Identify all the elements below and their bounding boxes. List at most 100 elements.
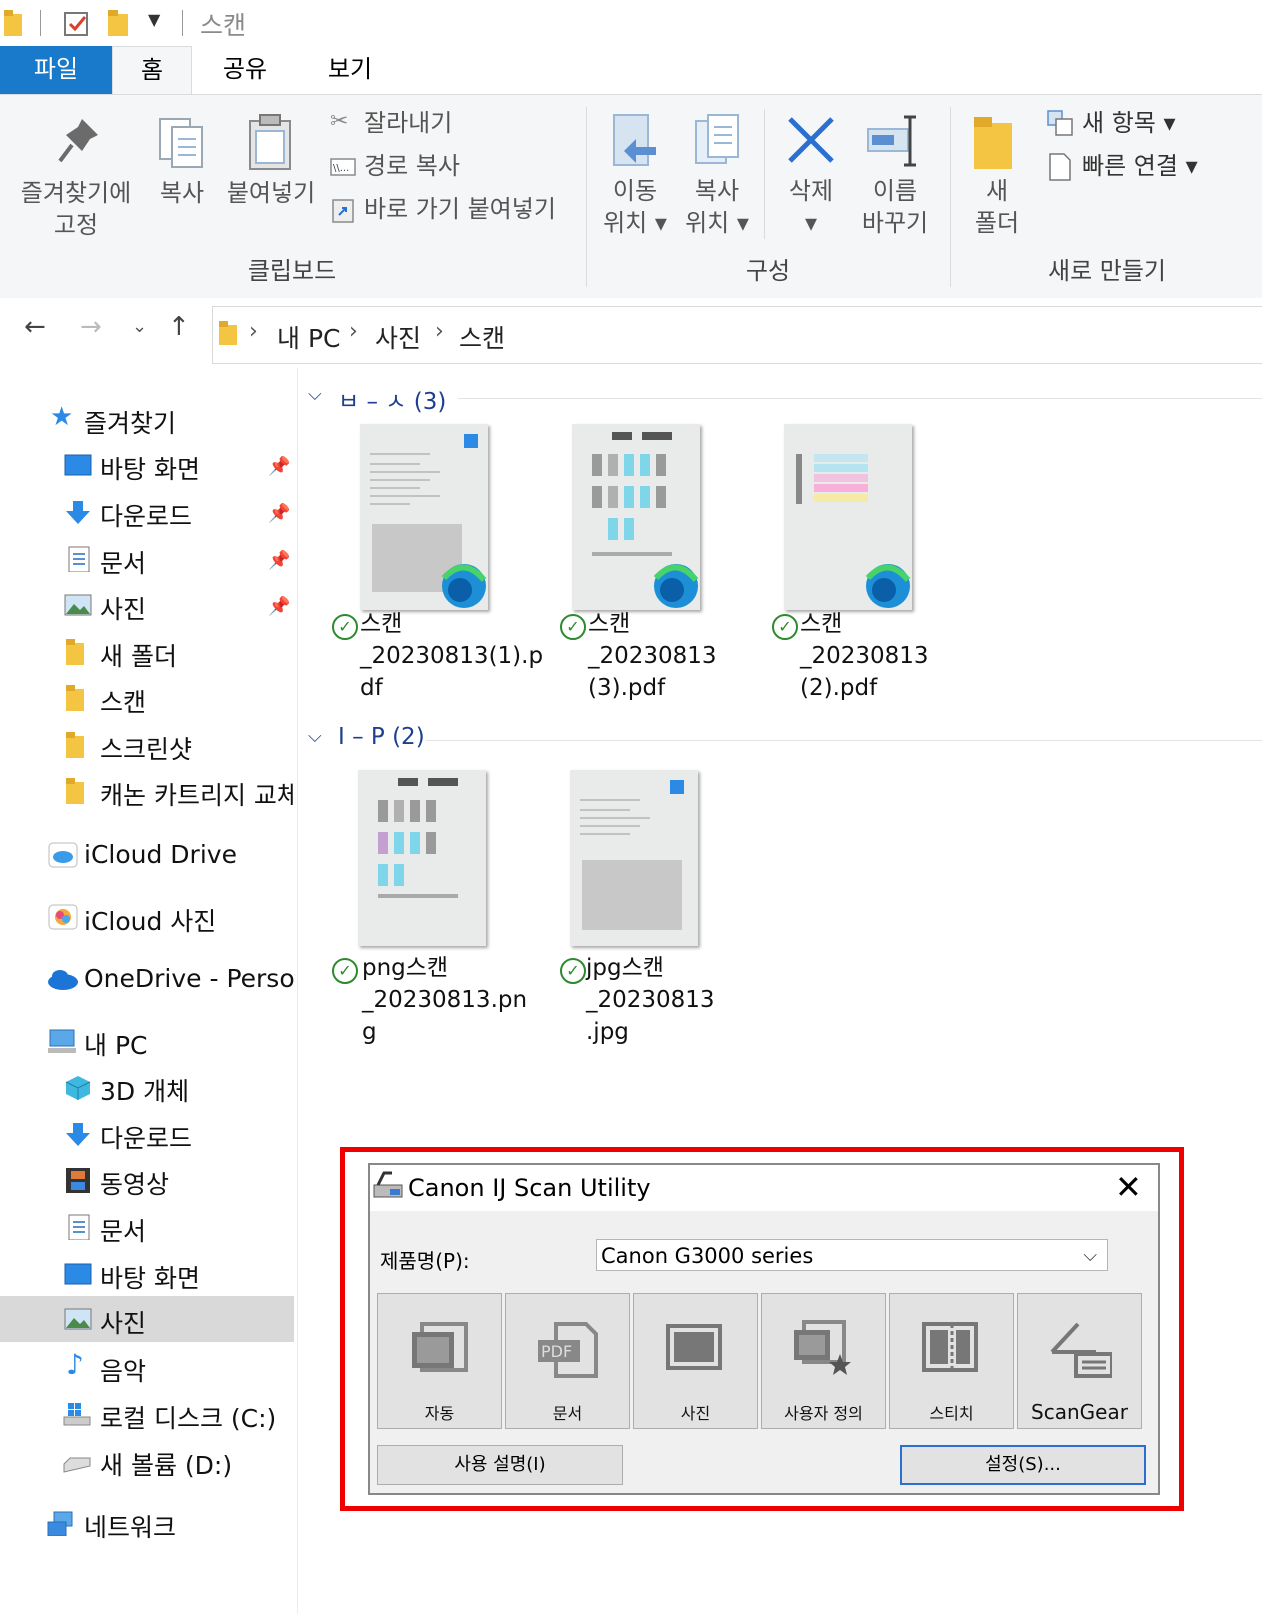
file-item[interactable]: ✓ 스캔 _20230813(1).p df <box>332 424 546 714</box>
manual-button[interactable]: 사용 설명(I) <box>377 1445 623 1485</box>
nav-icloud-photos[interactable]: iCloud 사진 <box>0 896 294 940</box>
title-bar: ▼ 스캔 <box>0 0 1262 46</box>
product-select-value: Canon G3000 series <box>601 1244 814 1268</box>
stitch-scan-button[interactable]: 스티치 <box>889 1293 1014 1429</box>
tab-view[interactable]: 보기 <box>305 46 395 94</box>
new-folder-button[interactable]: 새 폴더 <box>962 109 1032 249</box>
move-to-label: 이동 위치 ▾ <box>603 177 667 237</box>
download-arrow-icon <box>66 501 90 524</box>
close-icon[interactable]: ✕ <box>1115 1169 1142 1205</box>
product-select[interactable]: Canon G3000 series ⌵ <box>596 1239 1108 1271</box>
nav-item-new-folder[interactable]: 새 폴더 <box>0 631 294 675</box>
back-arrow-icon[interactable]: ← <box>24 312 46 342</box>
nav-pc-desktop[interactable]: 바탕 화면 <box>0 1253 294 1297</box>
customize-chevron-icon[interactable]: ▼ <box>148 10 160 29</box>
auto-scan-button[interactable]: 자동 <box>377 1293 502 1429</box>
file-item[interactable]: ✓ png스캔 _20230813.pn g <box>332 770 546 1060</box>
rename-button[interactable]: 이름 바꾸기 <box>852 109 938 249</box>
pictures-icon <box>64 594 92 616</box>
settings-button[interactable]: 설정(S)... <box>900 1445 1146 1485</box>
computer-icon <box>48 1029 76 1053</box>
cut-button[interactable]: ✂ 잘라내기 <box>330 107 580 141</box>
nav-pc-local-disk-c[interactable]: 로컬 디스크 (C:) <box>0 1393 294 1437</box>
group-organize-label: 구성 <box>745 257 791 285</box>
nav-item-downloads[interactable]: 다운로드 📌 <box>0 491 294 535</box>
paste-shortcut-button[interactable]: 바로 가기 붙여넣기 <box>330 193 580 227</box>
move-to-button[interactable]: 이동 위치 ▾ <box>596 109 672 249</box>
dialog-title-bar: Canon IJ Scan Utility ✕ <box>370 1165 1158 1211</box>
up-arrow-icon[interactable]: ↑ <box>168 312 190 342</box>
properties-check-icon[interactable] <box>64 10 90 36</box>
breadcrumb-scan[interactable]: 스캔 <box>459 319 505 355</box>
copy-to-label: 복사 위치 ▾ <box>685 177 749 237</box>
folder-icon[interactable] <box>4 10 22 36</box>
nav-item-canon-cartridge[interactable]: 캐논 카트리지 교체 <box>0 770 294 814</box>
photo-scan-button[interactable]: 사진 <box>633 1293 758 1429</box>
file-name: jpg스캔 _20230813 .jpg <box>586 955 715 1045</box>
document-preview-icon <box>580 780 684 930</box>
new-folder-quick-icon[interactable] <box>108 10 128 36</box>
paste-button[interactable]: 붙여넣기 <box>222 111 320 221</box>
pin-label: 즐겨찾기에 고정 <box>20 179 132 239</box>
nav-pc-videos[interactable]: 동영상 <box>0 1159 294 1203</box>
breadcrumb-this-pc[interactable]: 내 PC <box>277 319 340 355</box>
new-folder-label: 새 폴더 <box>974 177 1020 237</box>
nav-network[interactable]: 네트워크 <box>0 1502 294 1546</box>
color-test-preview-icon <box>796 454 911 608</box>
group-collapse-chevron-icon[interactable]: ⌵ <box>308 384 322 405</box>
new-item-button[interactable]: 새 항목 ▾ <box>1046 107 1246 141</box>
copy-button[interactable]: 복사 <box>150 111 214 221</box>
document-scan-button[interactable]: PDF 문서 <box>505 1293 630 1429</box>
delete-button[interactable]: 삭제 ▾ <box>776 109 846 249</box>
stitch-icon <box>922 1322 978 1372</box>
nav-onedrive[interactable]: OneDrive - Personal <box>0 958 294 1002</box>
scanner-app-icon <box>373 1171 403 1198</box>
nav-pc-3d-objects[interactable]: 3D 개체 <box>0 1066 294 1110</box>
ribbon-home: 즐겨찾기에 고정 복사 붙여넣기 ✂ 잘라내기 \\... 경로 복사 바로 가… <box>0 94 1262 300</box>
custom-star-icon <box>794 1320 851 1375</box>
new-folder-icon <box>974 117 1012 169</box>
nav-item-pictures[interactable]: 사진 📌 <box>0 584 294 628</box>
nav-item-documents[interactable]: 문서 📌 <box>0 538 294 582</box>
copy-to-button[interactable]: 복사 위치 ▾ <box>678 109 756 249</box>
tab-home[interactable]: 홈 <box>112 46 192 95</box>
nav-pc-pictures-selected[interactable]: 사진 <box>0 1296 294 1342</box>
scangear-button[interactable]: ScanGear <box>1017 1293 1142 1429</box>
move-to-icon <box>613 114 656 166</box>
nav-item-desktop[interactable]: 바탕 화면 📌 <box>0 444 294 488</box>
copy-path-button[interactable]: \\... 경로 복사 <box>330 150 580 184</box>
file-item[interactable]: ✓ jpg스캔 _20230813 .jpg <box>560 770 774 1060</box>
custom-scan-button[interactable]: 사용자 정의 <box>761 1293 886 1429</box>
easy-access-label: 빠른 연결 ▾ <box>1082 152 1198 180</box>
nav-pc-volume-d[interactable]: 새 볼륨 (D:) <box>0 1440 294 1484</box>
tab-file[interactable]: 파일 <box>0 46 112 94</box>
group-collapse-chevron-icon[interactable]: ⌵ <box>308 726 322 747</box>
file-item[interactable]: ✓ 스캔 _20230813 (2).pdf <box>772 424 986 714</box>
group-header[interactable]: ㅂ – ㅅ (3) <box>338 382 446 416</box>
nav-icloud-drive[interactable]: iCloud Drive <box>0 834 294 878</box>
pdf-document-icon: PDF <box>538 1322 598 1378</box>
address-bar[interactable]: › 내 PC › 사진 › 스캔 <box>212 306 1262 364</box>
group-header[interactable]: I – P (2) <box>338 724 425 750</box>
scanner-icon <box>1050 1322 1112 1378</box>
file-item[interactable]: ✓ 스캔 _20230813 (3).pdf <box>560 424 774 714</box>
music-note-icon: ♪ <box>66 1348 84 1381</box>
sync-check-icon: ✓ <box>332 614 358 640</box>
breadcrumb-pictures[interactable]: 사진 <box>375 319 421 355</box>
nav-quick-access[interactable]: ★ 즐겨찾기 <box>0 398 294 442</box>
recent-chevron-icon[interactable]: ⌄ <box>132 316 147 337</box>
ribbon-tabs: 파일 홈 공유 보기 <box>0 46 1262 95</box>
pin-quick-access-button[interactable]: 즐겨찾기에 고정 <box>8 111 144 241</box>
forward-arrow-icon[interactable]: → <box>80 312 102 342</box>
tab-share[interactable]: 공유 <box>200 46 290 94</box>
nav-pc-downloads[interactable]: 다운로드 <box>0 1113 294 1157</box>
nav-item-screenshots[interactable]: 스크린샷 <box>0 724 294 768</box>
nav-this-pc[interactable]: 내 PC <box>0 1020 294 1064</box>
copy-to-icon <box>695 114 739 164</box>
nav-item-scan[interactable]: 스캔 <box>0 677 294 721</box>
nav-pc-music[interactable]: ♪ 음악 <box>0 1346 294 1390</box>
nav-pc-documents[interactable]: 문서 <box>0 1206 294 1250</box>
easy-access-button[interactable]: 빠른 연결 ▾ <box>1046 150 1256 184</box>
print-test-preview-icon <box>378 778 458 898</box>
desktop-icon <box>64 1263 92 1285</box>
